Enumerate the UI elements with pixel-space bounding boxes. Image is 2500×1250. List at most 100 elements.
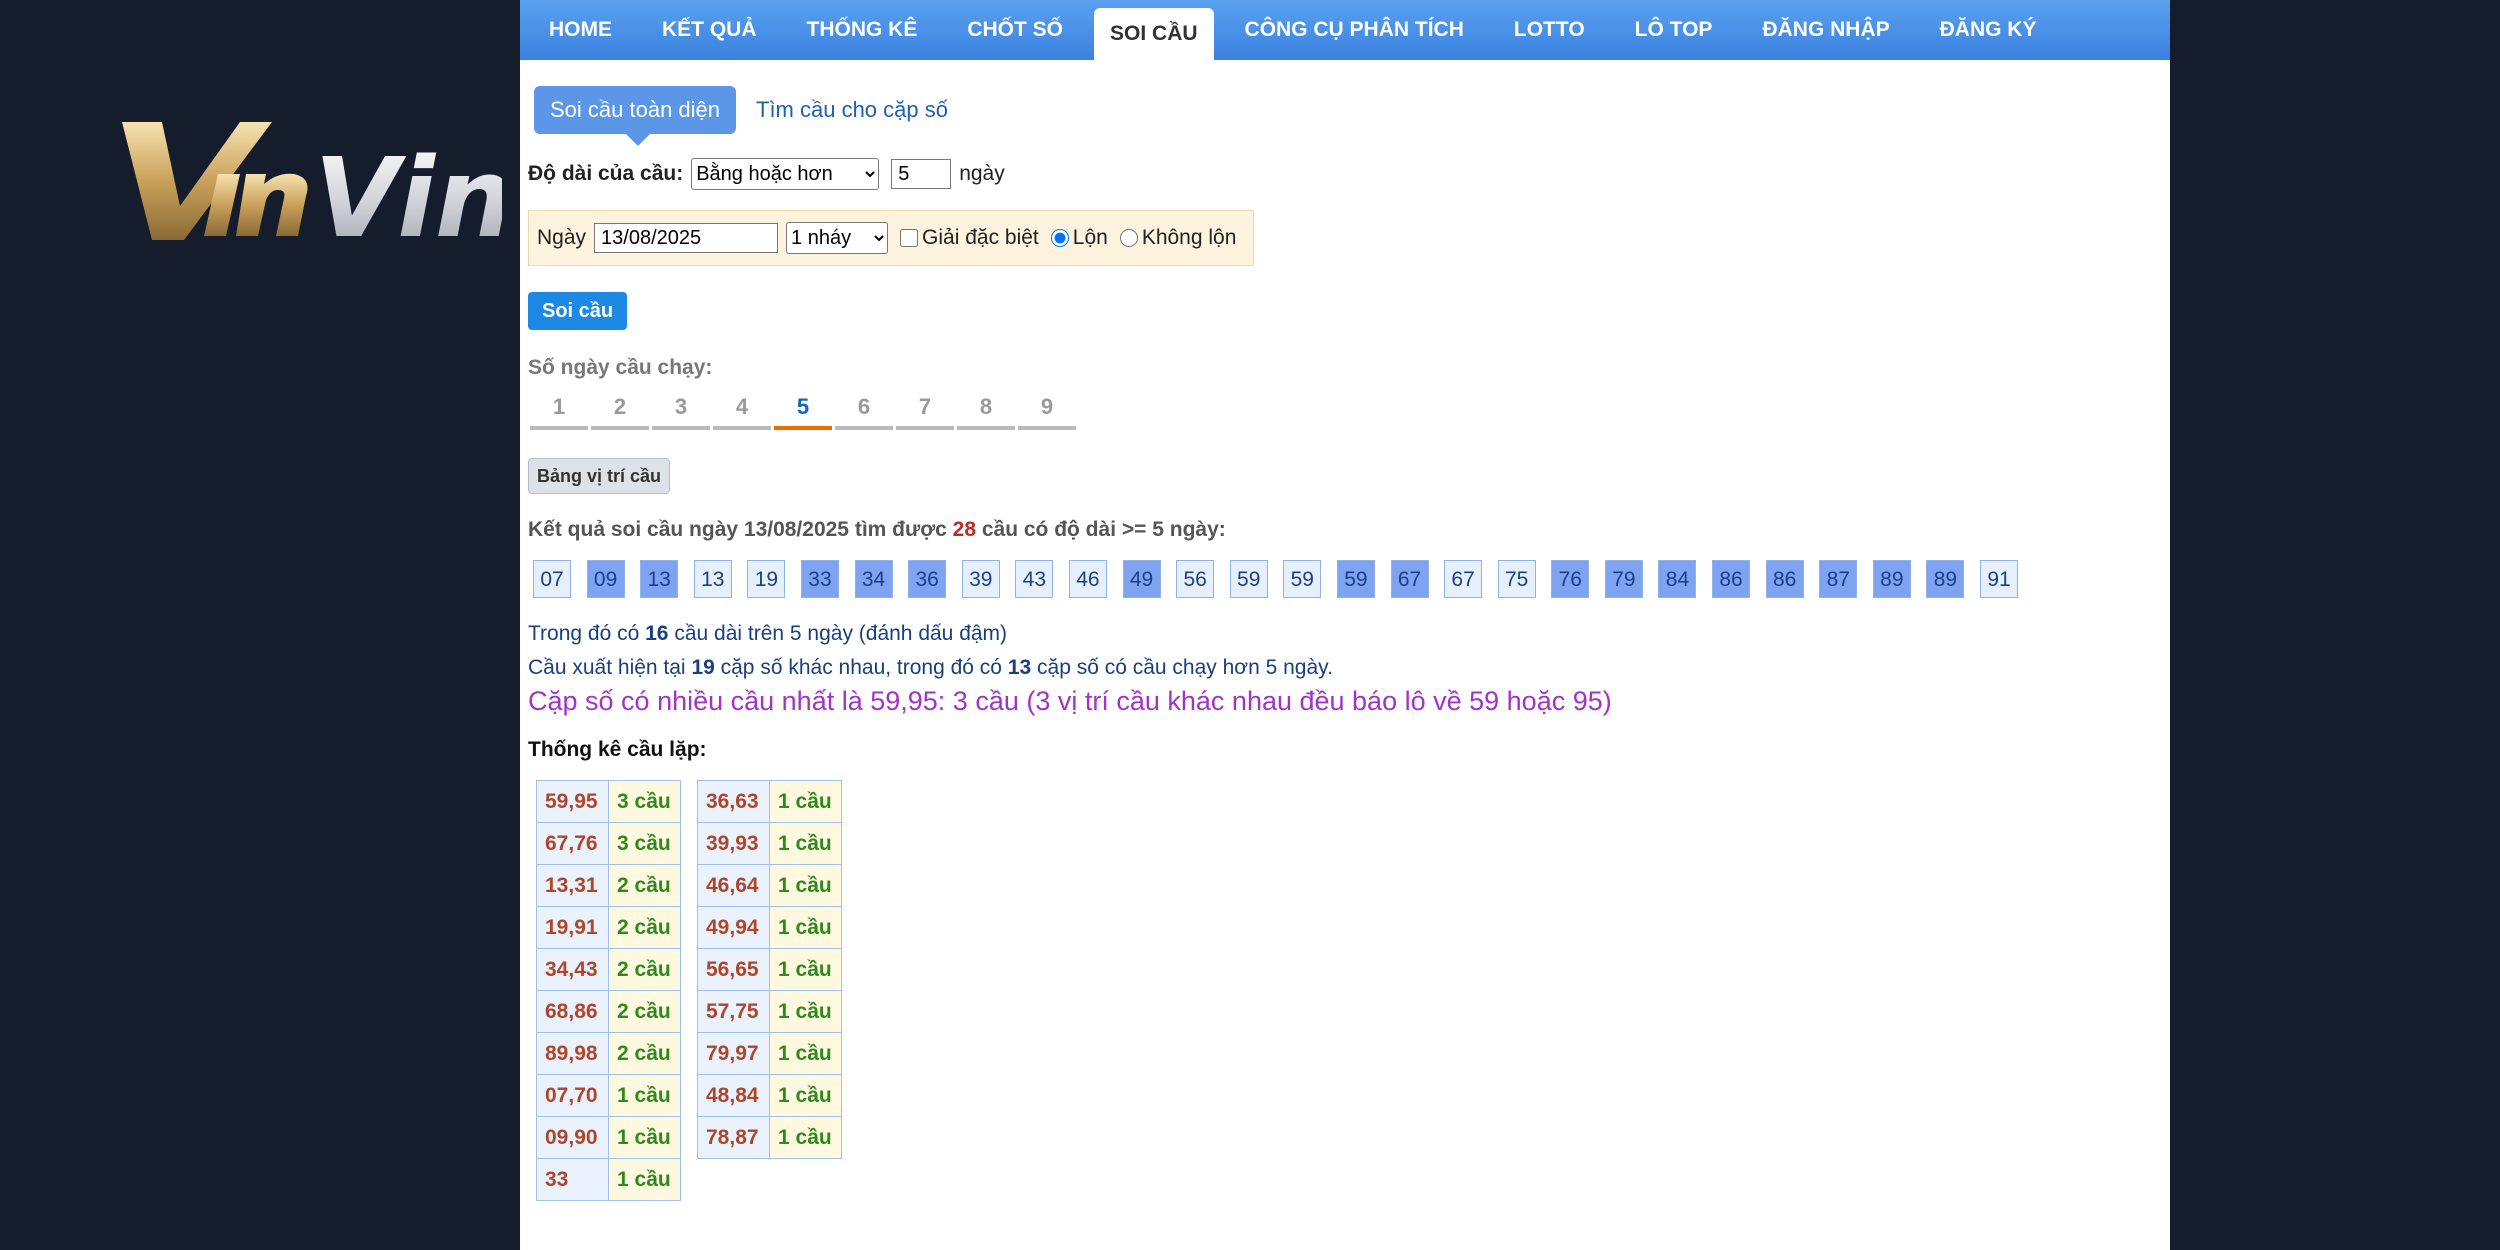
stats-row: 39,93 1 cầu [697,822,842,865]
radio-khong-lon[interactable] [1119,229,1138,247]
stats-count: 1 cầu [769,948,842,991]
day-option-1[interactable]: 1 [530,390,588,430]
position-table-button[interactable]: Bảng vị trí cầu [528,458,671,494]
length-row: Độ dài của cầu: Bằng hoặc hơn ngày [528,158,1005,190]
nav-item-3[interactable]: CHỐT SỐ [942,0,1088,60]
nav-item-1[interactable]: KẾT QUẢ [637,0,782,60]
result-chip[interactable]: 79 [1604,560,1643,598]
stats-table-right: 36,63 1 cầu 39,93 1 cầu 46,64 1 cầu 49,94 1 cầu… [697,780,842,1159]
result-chip[interactable]: 39 [961,560,1000,598]
result-chip[interactable]: 59 [1283,560,1322,598]
stats-count: 1 cầu [608,1158,681,1201]
stats-pair: 33 [536,1158,609,1201]
result-chip[interactable]: 89 [1926,560,1965,598]
stats-pair: 68,86 [536,990,609,1033]
result-chip[interactable]: 84 [1658,560,1697,598]
day-option-7[interactable]: 7 [896,390,954,430]
result-chip[interactable]: 75 [1497,560,1536,598]
nav-item-9[interactable]: ĐĂNG KÝ [1915,0,2062,60]
tab-soi-cau-toan-dien[interactable]: Soi cầu toàn diện [534,86,737,146]
stats-count: 1 cầu [608,1074,681,1117]
stats-pair: 39,93 [697,822,770,865]
result-chip[interactable]: 46 [1068,560,1107,598]
day-option-8[interactable]: 8 [957,390,1015,430]
stats-count: 1 cầu [769,780,842,823]
info2-b: cặp số khác nhau, trong đó có [714,656,1008,679]
stats-row: 68,86 2 cầu [536,990,681,1033]
info-line-2: Cầu xuất hiện tại 19 cặp số khác nhau, t… [528,656,1333,680]
info2-c: cặp số có cầu chạy hơn 5 ngày. [1031,656,1333,679]
radio-lon-label: Lộn [1072,226,1108,249]
result-chip[interactable]: 07 [533,560,571,598]
special-checkbox[interactable] [900,229,919,247]
result-chip[interactable]: 36 [908,560,947,598]
stats-count: 3 cầu [608,822,681,865]
stats-row: 57,75 1 cầu [697,990,842,1033]
result-chip[interactable]: 49 [1122,560,1161,598]
result-chip[interactable]: 87 [1819,560,1858,598]
tab-tim-cau-cap-so[interactable]: Tìm cầu cho cặp số [756,86,948,134]
result-chip[interactable]: 76 [1551,560,1590,598]
result-chip[interactable]: 86 [1765,560,1804,598]
result-chip[interactable]: 59 [1229,560,1268,598]
radio-khong-lon-label: Không lộn [1141,226,1237,249]
stats-pair: 89,98 [536,1032,609,1075]
day-option-2[interactable]: 2 [591,390,649,430]
days-input[interactable] [891,159,952,189]
jump-select[interactable]: 1 nháy [786,222,889,254]
stats-count: 1 cầu [769,822,842,865]
info1-b: cầu dài trên 5 ngày (đánh dấu đậm) [668,622,1008,645]
day-option-6[interactable]: 6 [835,390,893,430]
result-chip[interactable]: 67 [1444,560,1483,598]
result-chip[interactable]: 19 [747,560,786,598]
result-chip[interactable]: 56 [1176,560,1215,598]
nav-item-0[interactable]: HOME [524,0,637,60]
stats-count: 2 cầu [608,906,681,949]
stats-count: 1 cầu [769,906,842,949]
info1-a: Trong đó có [528,622,646,645]
result-chip[interactable]: 91 [1980,560,2019,598]
date-label: Ngày [537,226,587,249]
result-chip[interactable]: 13 [693,560,732,598]
stats-count: 2 cầu [608,1032,681,1075]
stats-pair: 49,94 [697,906,770,949]
day-option-3[interactable]: 3 [652,390,710,430]
nav-item-4[interactable]: SOI CẦU [1094,8,1214,60]
nav-item-5[interactable]: CÔNG CỤ PHÂN TÍCH [1220,0,1489,60]
date-input[interactable] [594,223,779,253]
result-chip[interactable]: 09 [586,560,625,598]
stats-count: 1 cầu [608,1116,681,1159]
stats-pair: 34,43 [536,948,609,991]
soi-cau-button[interactable]: Soi cầu [528,292,628,330]
day-option-4[interactable]: 4 [713,390,771,430]
stats-row: 36,63 1 cầu [697,780,842,823]
result-chip[interactable]: 67 [1390,560,1429,598]
stats-row: 56,65 1 cầu [697,948,842,991]
result-chip[interactable]: 34 [854,560,893,598]
radio-lon[interactable] [1050,229,1069,247]
nav-item-8[interactable]: ĐĂNG NHẬP [1737,0,1914,60]
result-chip[interactable]: 89 [1872,560,1911,598]
stats-row: 07,70 1 cầu [536,1074,681,1117]
result-chip[interactable]: 13 [640,560,679,598]
nav-item-7[interactable]: LÔ TOP [1610,0,1738,60]
stats-count: 1 cầu [769,1074,842,1117]
result-chip[interactable]: 43 [1015,560,1054,598]
options-box: Ngày 1 nháy Giải đặc biệt Lộn Không lộn [528,210,1254,266]
result-count: 28 [952,518,976,541]
length-select[interactable]: Bằng hoặc hơn [691,158,880,190]
result-chip[interactable]: 59 [1336,560,1375,598]
nav-item-2[interactable]: THỐNG KÊ [782,0,943,60]
stats-count: 3 cầu [608,780,681,823]
stats-row: 59,95 3 cầu [536,780,681,823]
stats-count: 1 cầu [769,990,842,1033]
stats-row: 48,84 1 cầu [697,1074,842,1117]
day-option-5[interactable]: 5 [774,390,832,430]
day-option-9[interactable]: 9 [1018,390,1076,430]
stats-count: 1 cầu [769,1032,842,1075]
nav-item-6[interactable]: LOTTO [1489,0,1610,60]
stats-count: 2 cầu [608,990,681,1033]
result-chip[interactable]: 86 [1712,560,1751,598]
result-chip[interactable]: 33 [800,560,839,598]
stats-tables: 59,95 3 cầu 67,76 3 cầu 13,31 2 cầu 19,91 2 cầu… [536,780,858,1201]
